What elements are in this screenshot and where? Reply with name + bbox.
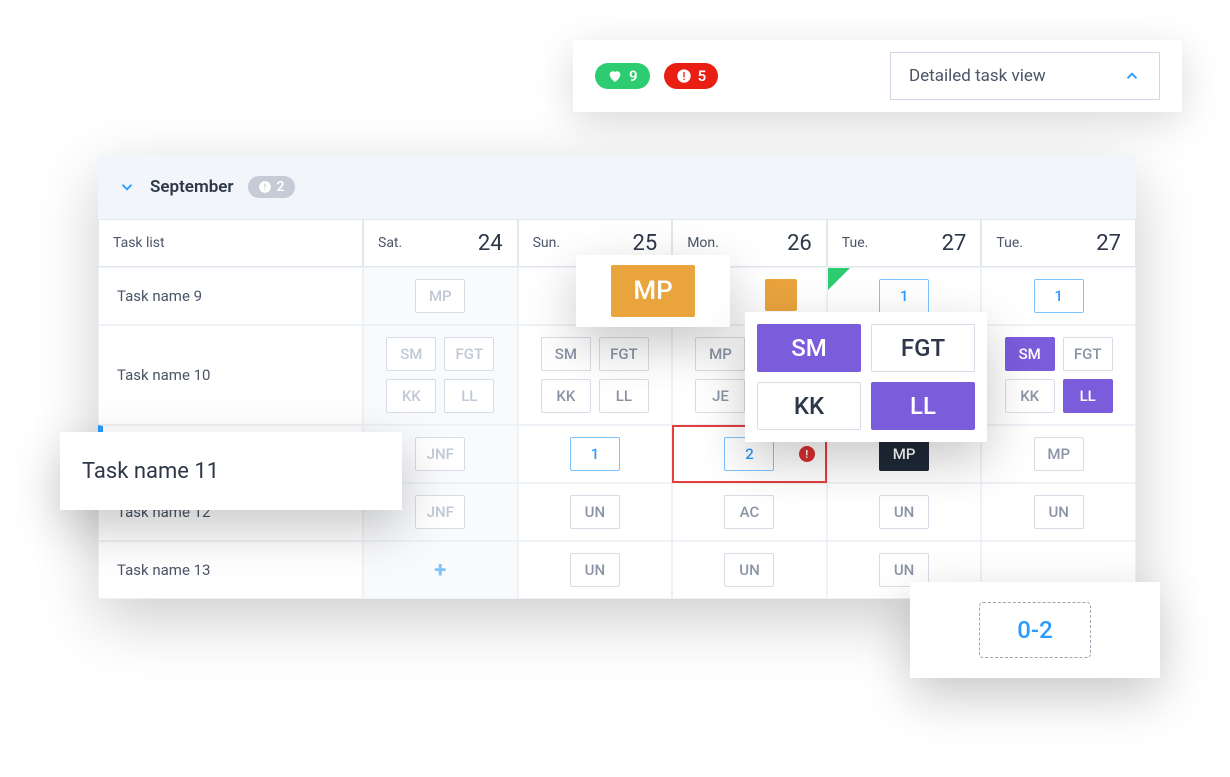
count-chip[interactable]: 2 xyxy=(724,437,774,471)
month-label: September xyxy=(150,177,234,197)
range-box[interactable]: 0-2 xyxy=(979,602,1091,658)
assignee-chip[interactable]: SM xyxy=(1005,337,1055,371)
assignee-chip[interactable]: LL xyxy=(599,379,649,413)
task-row-label[interactable]: Task name 9 xyxy=(98,267,363,325)
assignee-chip[interactable]: UN xyxy=(879,495,929,529)
assignee-chip[interactable]: LL xyxy=(871,382,975,430)
calendar-cell[interactable]: SM FGT KK LL xyxy=(363,325,518,425)
assignee-chip[interactable]: FGT xyxy=(599,337,649,371)
view-label: Detailed task view xyxy=(909,66,1046,86)
assignee-chip[interactable]: SM xyxy=(757,324,861,372)
assignee-chip[interactable]: SM xyxy=(386,337,436,371)
calendar-cell[interactable]: + xyxy=(363,541,518,599)
assignee-chip[interactable]: FGT xyxy=(871,324,975,372)
alert-icon xyxy=(676,68,692,84)
day-header: Tue.27 xyxy=(981,219,1136,267)
month-alert-badge[interactable]: 2 xyxy=(248,176,295,198)
calendar-cell[interactable]: UN xyxy=(981,483,1136,541)
assignee-chip[interactable]: MP xyxy=(879,437,929,471)
assignee-chip[interactable]: KK xyxy=(1005,379,1055,413)
calendar-cell[interactable]: UN xyxy=(518,483,673,541)
assignee-popover[interactable]: SM FGT KK LL xyxy=(745,312,987,442)
assignee-chip[interactable]: MP xyxy=(415,279,465,313)
alert-icon xyxy=(258,180,272,194)
assignee-chip[interactable]: JNF xyxy=(415,495,465,529)
assignee-chip[interactable]: UN xyxy=(570,553,620,587)
alert-badge[interactable]: 5 xyxy=(664,63,719,89)
task-row-label[interactable]: Task name 13 xyxy=(98,541,363,599)
task-row-label[interactable]: Task name 10 xyxy=(98,325,363,425)
calendar-cell[interactable]: 1 xyxy=(981,267,1136,325)
day-header: Sat.24 xyxy=(363,219,518,267)
count-chip[interactable]: 1 xyxy=(1034,279,1084,313)
task-list-header: Task list xyxy=(98,219,363,267)
day-header: Tue.27 xyxy=(827,219,982,267)
calendar-cell[interactable]: UN xyxy=(518,541,673,599)
assignee-chip[interactable]: UN xyxy=(1034,495,1084,529)
count-chip[interactable]: 1 xyxy=(570,437,620,471)
assignee-chip[interactable]: MP xyxy=(1034,437,1084,471)
assignee-chip[interactable]: UN xyxy=(724,553,774,587)
heart-icon xyxy=(607,68,623,84)
error-icon: ! xyxy=(799,446,815,462)
assignee-chip[interactable]: KK xyxy=(541,379,591,413)
assignee-chip[interactable]: JE xyxy=(695,379,745,413)
add-icon[interactable]: + xyxy=(434,558,446,583)
task-popover[interactable]: Task name 11 xyxy=(60,432,402,510)
calendar-cell[interactable]: UN xyxy=(827,483,982,541)
assignee-chip[interactable]: MP xyxy=(611,265,694,317)
heart-badge[interactable]: 9 xyxy=(595,63,650,89)
calendar-cell[interactable]: SM FGT KK LL xyxy=(981,325,1136,425)
calendar-cell[interactable]: MP xyxy=(363,267,518,325)
assignee-chip[interactable]: UN xyxy=(570,495,620,529)
range-popover[interactable]: 0-2 xyxy=(910,582,1160,678)
month-header: September 2 xyxy=(98,155,1136,219)
chevron-up-icon xyxy=(1123,67,1141,85)
alert-count: 5 xyxy=(698,67,707,85)
assignee-chip[interactable]: LL xyxy=(444,379,494,413)
heart-count: 9 xyxy=(629,67,638,85)
assignee-chip[interactable]: SM xyxy=(541,337,591,371)
calendar-cell[interactable]: 1 xyxy=(518,425,673,483)
calendar-cell[interactable]: AC xyxy=(672,483,827,541)
calendar-cell[interactable]: SM FGT KK LL xyxy=(518,325,673,425)
task-label: Task name 11 xyxy=(82,459,219,484)
assignee-chip[interactable]: MP xyxy=(695,337,745,371)
assignee-chip[interactable]: FGT xyxy=(444,337,494,371)
assignee-chip[interactable]: JNF xyxy=(415,437,465,471)
calendar-cell[interactable]: MP xyxy=(981,425,1136,483)
assignee-chip[interactable]: FGT xyxy=(1063,337,1113,371)
chevron-down-icon[interactable] xyxy=(118,178,136,196)
count-chip[interactable]: 1 xyxy=(879,279,929,313)
calendar-cell[interactable]: UN xyxy=(672,541,827,599)
assignee-chip-partial xyxy=(765,279,797,311)
assignee-popover[interactable]: MP xyxy=(576,255,730,327)
assignee-chip[interactable]: LL xyxy=(1063,379,1113,413)
view-selector[interactable]: Detailed task view xyxy=(890,52,1160,100)
assignee-chip[interactable]: KK xyxy=(757,382,861,430)
assignee-chip[interactable]: KK xyxy=(386,379,436,413)
assignee-chip[interactable]: AC xyxy=(724,495,774,529)
top-toolbar: 9 5 Detailed task view xyxy=(573,40,1182,112)
month-alert-count: 2 xyxy=(277,179,285,195)
